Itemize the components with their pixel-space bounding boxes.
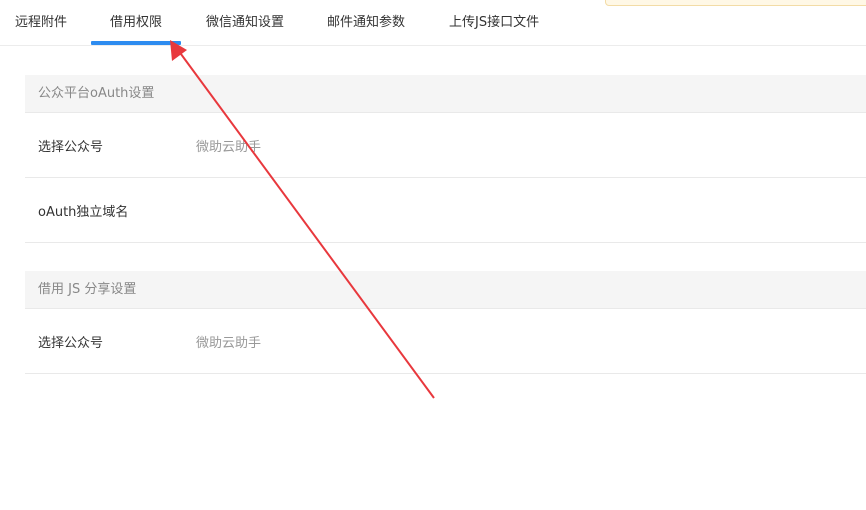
section-title-oauth: 公众平台oAuth设置: [38, 86, 155, 101]
tab-borrow-permission[interactable]: 借用权限: [90, 14, 182, 45]
oauth-account-label: 选择公众号: [38, 140, 104, 155]
tab-wechat-notification[interactable]: 微信通知设置: [206, 14, 284, 31]
form-row-js-share-account: 选择公众号 微助云助手: [25, 309, 866, 374]
tab-bar: 远程附件 借用权限 微信通知设置 邮件通知参数 上传JS接口文件: [0, 0, 866, 46]
tab-remote-attachment[interactable]: 远程附件: [15, 14, 67, 31]
section-title-js-share: 借用 JS 分享设置: [38, 282, 137, 297]
js-share-account-select[interactable]: 微助云助手: [196, 332, 261, 351]
tab-email-notification[interactable]: 邮件通知参数: [327, 14, 405, 31]
section-header-oauth: 公众平台oAuth设置: [25, 75, 866, 113]
section-header-js-share: 借用 JS 分享设置: [25, 271, 866, 309]
oauth-domain-label: oAuth独立域名: [38, 205, 129, 220]
form-row-oauth-account: 选择公众号 微助云助手: [25, 113, 866, 178]
oauth-account-select[interactable]: 微助云助手: [196, 136, 261, 155]
js-share-account-label: 选择公众号: [38, 336, 104, 351]
tab-upload-js-file[interactable]: 上传JS接口文件: [449, 14, 539, 31]
form-row-oauth-domain: oAuth独立域名: [25, 178, 866, 243]
